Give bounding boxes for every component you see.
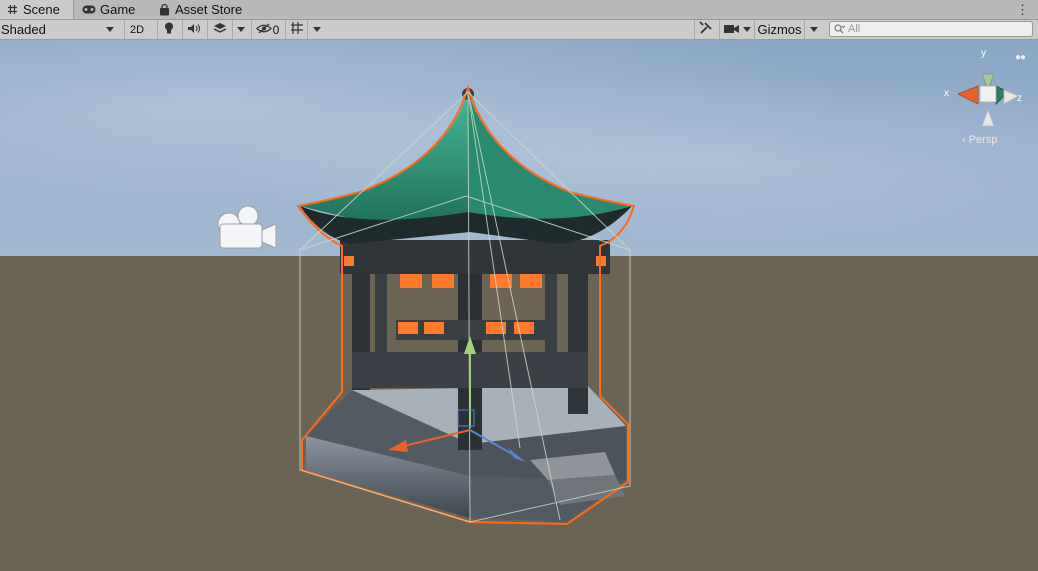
effects-dropdown[interactable] [207,20,232,39]
lighting-toggle-button[interactable] [157,20,179,39]
audio-toggle-button[interactable] [182,20,204,39]
eye-slash-icon [255,23,272,37]
gizmo-menu-icon[interactable]: ●● [1015,52,1026,63]
grid-snap-dropdown-arrow[interactable] [307,20,325,39]
search-input[interactable] [845,23,1018,35]
layers-effects-icon [213,22,227,37]
scene-camera-dropdown-arrow[interactable] [740,20,754,39]
tools-button[interactable] [694,20,716,39]
tab-game[interactable]: Game [82,0,144,19]
grid-snap-button[interactable] [285,20,307,39]
projection-toggle[interactable]: ‹ Persp [962,134,997,146]
gizmo-axis-x-label: x [944,88,949,99]
gizmos-button[interactable]: Gizmos [754,20,804,39]
speaker-icon [187,23,201,37]
tab-scene[interactable]: Scene [0,0,74,19]
shading-mode-dropdown[interactable]: Shaded [0,20,118,39]
effects-dropdown-arrow[interactable] [232,20,248,39]
scene-viewport[interactable]: y x z ●● ‹ Persp [0,40,1038,571]
grid-snap-icon [290,21,304,38]
pavilion-model[interactable] [300,88,632,522]
camera-gizmo-icon[interactable] [217,205,277,249]
scene-render [217,73,1019,526]
hidden-objects-toggle[interactable]: 0 [251,20,283,39]
camera-icon [724,23,739,37]
grid-icon [5,4,19,16]
lightbulb-icon [164,22,174,38]
gizmo-axis-z-label: z [1017,93,1022,104]
scene-toolbar: Shaded 2D 0 Gizmos All [0,20,1038,40]
gizmo-axis-y-label: y [981,48,986,59]
more-options-icon[interactable]: ⋮ [1016,2,1029,18]
gizmos-label: Gizmos [757,22,802,37]
wrench-tools-icon [698,21,713,38]
tab-label: Asset Store [175,2,243,17]
gamepad-icon [82,4,96,16]
tab-label: Game [100,2,136,17]
window-tab-bar: Scene Game Asset Store ⋮ [0,0,1038,20]
chevron-down-icon [809,27,818,32]
tab-asset-store[interactable]: Asset Store [157,0,252,19]
search-icon [834,24,845,34]
toggle-2d-button[interactable]: 2D [124,20,149,39]
chevron-down-icon [236,27,245,32]
chevron-down-icon [312,27,321,32]
chevron-down-icon [106,27,114,32]
chevron-down-icon [743,27,751,32]
shopping-bag-icon [157,3,171,16]
toggle-2d-label: 2D [129,23,145,36]
tab-label: Scene [23,2,60,17]
orientation-gizmo[interactable] [957,73,1019,127]
scene-search-field[interactable] [829,21,1033,37]
shading-mode-label: Shaded [1,22,46,37]
gizmos-dropdown-arrow[interactable] [804,20,822,39]
hidden-count: 0 [272,22,280,37]
